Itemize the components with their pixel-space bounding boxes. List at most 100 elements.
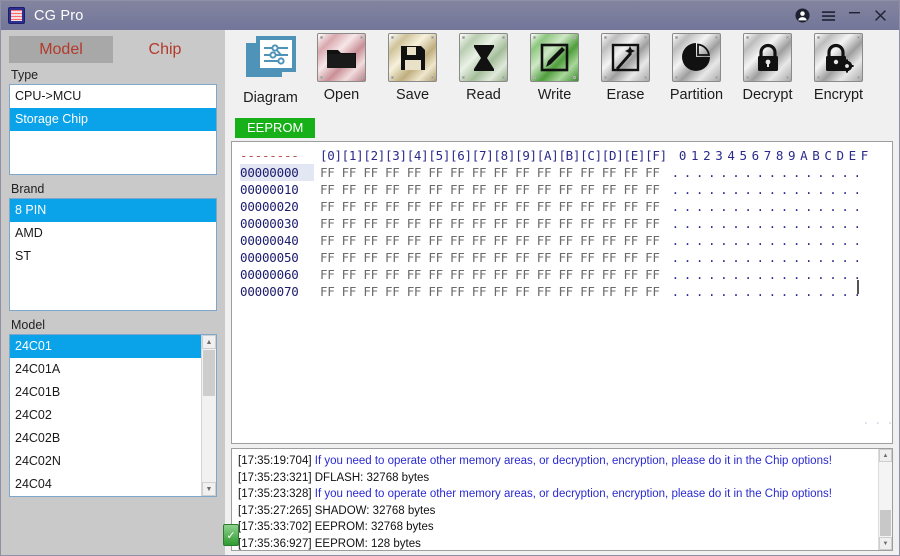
- log-message: DFLASH: 32768 bytes: [315, 472, 429, 484]
- tab-model[interactable]: Model: [9, 36, 113, 63]
- hex-header-ascii: 0123456789ABCDEF: [679, 147, 873, 164]
- hex-row[interactable]: 00000070 FF FF FF FF FF FF FF FF FF FF F…: [240, 283, 892, 300]
- titlebar: CG Pro: [1, 1, 899, 30]
- hex-ascii[interactable]: ................: [672, 198, 866, 215]
- hex-address: 00000040: [240, 232, 314, 249]
- hex-ascii[interactable]: ................: [672, 164, 866, 181]
- hex-bytes[interactable]: FF FF FF FF FF FF FF FF FF FF FF FF FF F…: [320, 283, 660, 300]
- hex-ascii[interactable]: ................: [672, 215, 866, 232]
- list-item[interactable]: 24C01: [10, 335, 216, 358]
- hex-header-row: -------- [0][1][2][3][4][5][6][7][8][9][…: [240, 147, 892, 164]
- list-item[interactable]: 24C01B: [10, 381, 216, 404]
- toolbar-label: Encrypt: [814, 87, 863, 103]
- log-line: [17:35:23:321] DFLASH: 32768 bytes: [238, 470, 892, 487]
- hex-ascii[interactable]: ................: [672, 232, 866, 249]
- log-line: [17:35:23:328] If you need to operate ot…: [238, 486, 892, 503]
- list-item[interactable]: 8 PIN: [10, 199, 216, 222]
- hex-row[interactable]: 00000050 FF FF FF FF FF FF FF FF FF FF F…: [240, 249, 892, 266]
- sidebar-tabs: Model Chip: [9, 36, 217, 63]
- hex-bytes[interactable]: FF FF FF FF FF FF FF FF FF FF FF FF FF F…: [320, 232, 660, 249]
- hex-row[interactable]: 00000060 FF FF FF FF FF FF FF FF FF FF F…: [240, 266, 892, 283]
- app-window: CG Pro: [0, 0, 900, 556]
- toolbar-button-encrypt[interactable]: Encrypt: [803, 33, 874, 103]
- pencil-square-icon: [530, 33, 579, 82]
- toolbar-label: Write: [538, 87, 572, 103]
- close-button[interactable]: [867, 3, 893, 29]
- toolbar-button-diagram[interactable]: Diagram: [235, 33, 306, 106]
- tab-model-label: Model: [39, 41, 83, 59]
- log-message: If you need to operate other memory area…: [315, 455, 832, 467]
- scroll-up-icon[interactable]: ▲: [202, 335, 216, 349]
- log-timestamp: [17:35:27:265]: [238, 505, 312, 517]
- model-list-scrollbar[interactable]: ▲ ▼: [201, 335, 216, 496]
- log-timestamp: [17:35:33:702]: [238, 521, 312, 533]
- scrollbar-thumb[interactable]: [203, 350, 215, 396]
- list-item[interactable]: AMD: [10, 222, 216, 245]
- type-listbox[interactable]: CPU->MCU Storage Chip: [9, 84, 217, 175]
- toolbar-button-decrypt[interactable]: Decrypt: [732, 33, 803, 103]
- hex-bytes[interactable]: FF FF FF FF FF FF FF FF FF FF FF FF FF F…: [320, 198, 660, 215]
- list-item[interactable]: 24C02N: [10, 450, 216, 473]
- list-item[interactable]: Storage Chip: [10, 108, 216, 131]
- list-item-label: Storage Chip: [15, 112, 88, 126]
- hex-row[interactable]: 00000000 FF FF FF FF FF FF FF FF FF FF F…: [240, 164, 892, 181]
- hex-bytes[interactable]: FF FF FF FF FF FF FF FF FF FF FF FF FF F…: [320, 266, 660, 283]
- hamburger-menu-icon[interactable]: [815, 3, 841, 29]
- list-item[interactable]: 24C02B: [10, 427, 216, 450]
- hex-row[interactable]: 00000040 FF FF FF FF FF FF FF FF FF FF F…: [240, 232, 892, 249]
- log-message: If you need to operate other memory area…: [315, 488, 832, 500]
- hex-row[interactable]: 00000020 FF FF FF FF FF FF FF FF FF FF F…: [240, 198, 892, 215]
- model-listbox[interactable]: 24C01 24C01A 24C01B 24C02 24C02B 24C02N: [9, 334, 217, 497]
- hex-bytes[interactable]: FF FF FF FF FF FF FF FF FF FF FF FF FF F…: [320, 164, 660, 181]
- hex-address: 00000020: [240, 198, 314, 215]
- list-item-label: 24C04: [15, 477, 52, 491]
- list-item-label: 24C02: [15, 408, 52, 422]
- scroll-up-icon[interactable]: ▲: [879, 449, 892, 462]
- list-item[interactable]: 24C04: [10, 473, 216, 496]
- type-label: Type: [11, 68, 217, 82]
- minimize-button[interactable]: [841, 3, 867, 29]
- list-item[interactable]: ST: [10, 245, 216, 268]
- hex-bytes[interactable]: FF FF FF FF FF FF FF FF FF FF FF FF FF F…: [320, 215, 660, 232]
- log-scrollbar[interactable]: ▲ ▼: [878, 449, 892, 550]
- hex-row[interactable]: 00000030 FF FF FF FF FF FF FF FF FF FF F…: [240, 215, 892, 232]
- hex-bytes[interactable]: FF FF FF FF FF FF FF FF FF FF FF FF FF F…: [320, 249, 660, 266]
- hex-bytes[interactable]: FF FF FF FF FF FF FF FF FF FF FF FF FF F…: [320, 181, 660, 198]
- list-item[interactable]: 24C01A: [10, 358, 216, 381]
- sidebar: Model Chip Type CPU->MCU Storage Chip Br…: [1, 30, 225, 555]
- log-line: [17:35:19:704] If you need to operate ot…: [238, 453, 892, 470]
- list-item[interactable]: CPU->MCU: [10, 85, 216, 108]
- account-icon[interactable]: [789, 3, 815, 29]
- hex-ascii[interactable]: ................: [672, 283, 866, 300]
- hex-ascii[interactable]: ................: [672, 181, 866, 198]
- memory-area-badge[interactable]: EEPROM: [235, 118, 315, 138]
- list-item-label: CPU->MCU: [15, 89, 81, 103]
- log-timestamp: [17:35:19:704]: [238, 455, 312, 467]
- toolbar-button-partition[interactable]: Partition: [661, 33, 732, 103]
- list-item[interactable]: 24C02: [10, 404, 216, 427]
- toolbar-button-open[interactable]: Open: [306, 33, 377, 103]
- toolbar-button-read[interactable]: Read: [448, 33, 519, 103]
- scroll-down-icon[interactable]: ▼: [879, 537, 892, 550]
- toolbar-button-write[interactable]: Write: [519, 33, 590, 103]
- log-timestamp: [17:35:23:328]: [238, 488, 312, 500]
- scroll-down-icon[interactable]: ▼: [202, 482, 216, 496]
- hex-address: 00000010: [240, 181, 314, 198]
- hex-row[interactable]: 00000010 FF FF FF FF FF FF FF FF FF FF F…: [240, 181, 892, 198]
- hex-ascii[interactable]: ................: [672, 249, 866, 266]
- list-item-label: AMD: [15, 226, 43, 240]
- log-message: SHADOW: 32768 bytes: [315, 505, 436, 517]
- scrollbar-thumb[interactable]: [880, 510, 891, 536]
- list-item-label: ST: [15, 249, 31, 263]
- hex-ascii[interactable]: ................: [672, 266, 866, 283]
- brand-listbox[interactable]: 8 PIN AMD ST: [9, 198, 217, 311]
- hex-editor[interactable]: -------- [0][1][2][3][4][5][6][7][8][9][…: [231, 141, 893, 444]
- toolbar: Diagram Open: [231, 33, 893, 117]
- list-item-label: 24C02B: [15, 431, 60, 445]
- log-timestamp: [17:35:23:321]: [238, 472, 312, 484]
- toolbar-button-save[interactable]: Save: [377, 33, 448, 103]
- toolbar-button-erase[interactable]: Erase: [590, 33, 661, 103]
- log-panel[interactable]: [17:35:19:704] If you need to operate ot…: [231, 448, 893, 551]
- hex-address: 00000000: [240, 164, 314, 181]
- tab-chip[interactable]: Chip: [113, 36, 217, 63]
